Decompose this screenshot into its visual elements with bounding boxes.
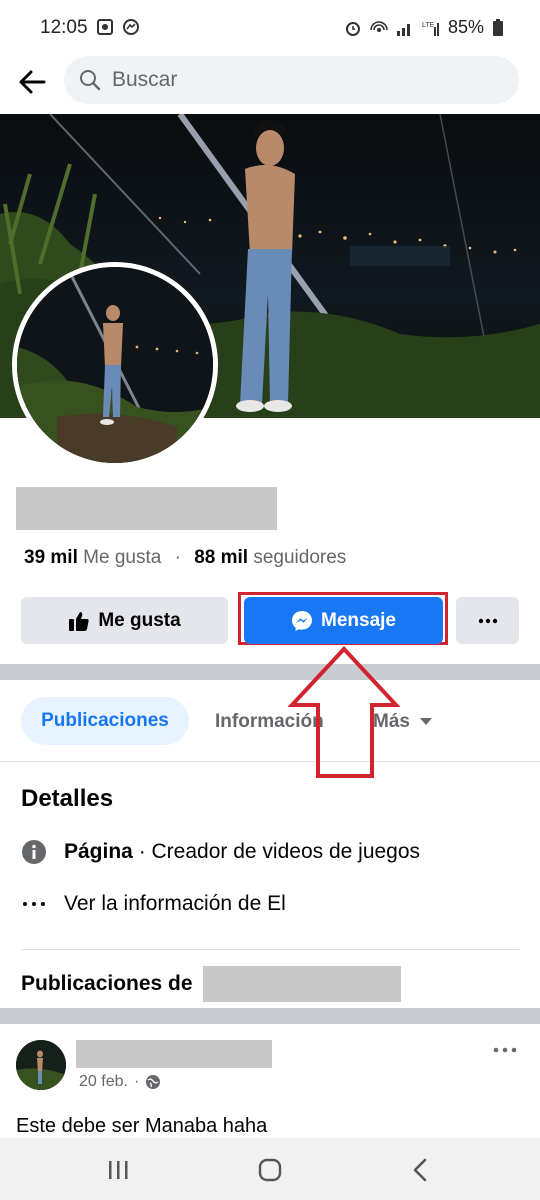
post-date[interactable]: 20 feb. bbox=[79, 1073, 128, 1091]
post-author-avatar-image bbox=[16, 1040, 66, 1090]
status-left-icons bbox=[96, 18, 140, 36]
back-icon[interactable] bbox=[400, 1156, 440, 1184]
like-button[interactable]: Me gusta bbox=[21, 597, 228, 644]
section-separator bbox=[0, 664, 540, 680]
profile-tabs: Publicaciones Información Más bbox=[0, 680, 540, 762]
gallery-notification-icon bbox=[97, 19, 113, 35]
post-meta: 20 feb. · bbox=[79, 1073, 161, 1091]
details-title: Detalles bbox=[21, 785, 114, 812]
signal-icon bbox=[396, 23, 410, 36]
followers-count: 88 mil bbox=[194, 547, 249, 568]
details-divider bbox=[21, 949, 519, 950]
more-options-button[interactable] bbox=[456, 597, 519, 644]
annotation-arrow-icon bbox=[288, 646, 400, 778]
message-button[interactable]: Mensaje bbox=[244, 597, 443, 644]
posts-header: Publicaciones de bbox=[21, 966, 401, 1002]
tab-publicaciones-label: Publicaciones bbox=[41, 710, 169, 731]
ellipsis-icon bbox=[23, 902, 45, 906]
post-text: Este debe ser Manaba haha bbox=[16, 1115, 268, 1137]
more-dots-icon bbox=[478, 618, 497, 623]
followers-label: seguidores bbox=[253, 547, 347, 568]
like-button-label: Me gusta bbox=[98, 609, 181, 631]
recent-apps-icon[interactable] bbox=[98, 1156, 138, 1184]
battery-level: 85% bbox=[447, 17, 484, 37]
svg-text:LTE: LTE bbox=[422, 22, 435, 29]
profile-avatar[interactable] bbox=[12, 262, 218, 468]
lte-signal-icon: LTE bbox=[422, 22, 439, 36]
search-input[interactable]: Buscar bbox=[64, 56, 519, 104]
info-icon bbox=[22, 840, 46, 864]
likes-label: Me gusta bbox=[83, 547, 162, 568]
thumbs-up-icon bbox=[69, 611, 89, 631]
message-button-label: Mensaje bbox=[321, 609, 396, 631]
page-type-label: Página bbox=[64, 840, 133, 863]
see-info-label: Ver la información de El bbox=[64, 892, 286, 915]
hotspot-icon bbox=[370, 20, 388, 32]
posts-header-label: Publicaciones de bbox=[21, 972, 193, 995]
post-author-name-redacted bbox=[76, 1040, 272, 1068]
likes-count: 39 mil bbox=[24, 547, 78, 568]
alarm-icon bbox=[345, 21, 360, 36]
detail-page-category: Página · Creador de videos de juegos bbox=[21, 839, 420, 865]
status-right: LTE 85% bbox=[344, 17, 504, 38]
page-category: · Creador de videos de juegos bbox=[132, 840, 421, 863]
page-stats: 39 mil Me gusta · 88 mil seguidores bbox=[24, 547, 346, 569]
messenger-notification-icon bbox=[123, 19, 139, 35]
posts-header-name-redacted bbox=[202, 966, 401, 1002]
globe-icon bbox=[146, 1075, 161, 1089]
home-icon[interactable] bbox=[250, 1156, 290, 1184]
status-time: 12:05 bbox=[40, 17, 88, 38]
search-placeholder: Buscar bbox=[112, 68, 178, 91]
status-bar: 12:05 LTE 85% bbox=[0, 0, 540, 56]
posts-separator bbox=[0, 1008, 540, 1024]
page-name-redacted bbox=[16, 487, 277, 530]
detail-see-info[interactable]: Ver la información de El bbox=[21, 891, 286, 917]
post-author-avatar[interactable] bbox=[16, 1040, 66, 1090]
tab-publicaciones[interactable]: Publicaciones bbox=[21, 697, 189, 745]
search-row: Buscar bbox=[0, 56, 540, 112]
battery-icon bbox=[493, 18, 503, 36]
messenger-icon bbox=[292, 610, 312, 631]
stats-separator: · bbox=[174, 547, 181, 568]
back-arrow-icon[interactable] bbox=[14, 64, 50, 100]
post-meta-dot: · bbox=[133, 1073, 140, 1090]
caret-down-icon bbox=[419, 718, 432, 725]
search-icon bbox=[80, 70, 101, 91]
system-navigation-bar bbox=[0, 1138, 540, 1200]
post-options-icon[interactable] bbox=[490, 1040, 520, 1060]
profile-avatar-image bbox=[17, 267, 213, 463]
